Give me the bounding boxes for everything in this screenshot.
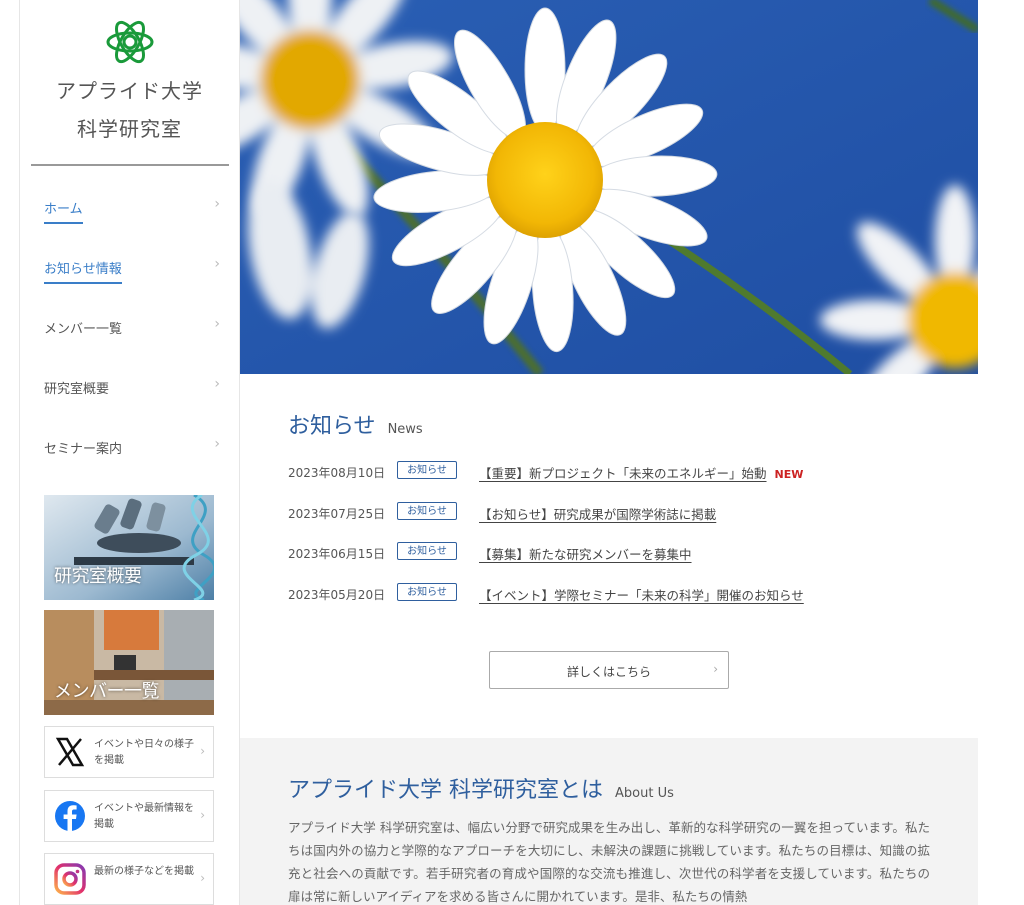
news-date: 2023年07月25日	[288, 507, 386, 521]
news-category-tag: お知らせ	[397, 461, 457, 479]
nav-item-label: セミナー案内	[44, 442, 123, 457]
more-news-label: 詳しくはこちら	[566, 665, 651, 679]
news-date: 2023年06月15日	[288, 547, 386, 561]
chevron-right-icon: ›	[200, 744, 205, 758]
banner-label: メンバー一覧	[54, 681, 160, 702]
about-body-text: アプライド大学 科学研究室は、幅広い分野で研究成果を生み出し、革新的な科学研究の…	[288, 820, 930, 904]
atom-icon	[106, 20, 153, 64]
nav-item-overview[interactable]: 研究室概要 ›	[44, 356, 224, 416]
sns-link-instagram[interactable]: 最新の様子などを掲載 ›	[44, 853, 214, 905]
news-subtitle: News	[387, 422, 423, 437]
sidebar: アプライド大学 科学研究室 ホーム › お知らせ情報 › メンバー一覧 › 研究室概要…	[19, 0, 240, 905]
sns-description: 最新の様子などを掲載	[94, 866, 194, 877]
news-title-link[interactable]: 【重要】新プロジェクト「未来のエネルギー」始動 NEW	[479, 463, 803, 482]
chevron-right-icon: ›	[214, 436, 220, 452]
sns-link-facebook[interactable]: イベントや最新情報を掲載 ›	[44, 790, 214, 842]
about-subtitle: About Us	[615, 786, 674, 801]
sidebar-nav: ホーム › お知らせ情報 › メンバー一覧 › 研究室概要 › セミナー案内 ›	[44, 176, 224, 476]
hero-image	[240, 0, 978, 374]
nav-item-label: 研究室概要	[44, 382, 110, 397]
chevron-right-icon: ›	[200, 871, 205, 885]
news-title-link[interactable]: 【お知らせ】研究成果が国際学術誌に掲載	[479, 504, 716, 523]
sns-link-x[interactable]: イベントや日々の様子を掲載 ›	[44, 726, 214, 778]
news-date: 2023年05月20日	[288, 588, 386, 602]
nav-item-label: ホーム	[44, 198, 83, 224]
banner-label: 研究室概要	[54, 566, 142, 587]
sns-description: イベントや最新情報を掲載	[94, 803, 194, 830]
about-heading: アプライド大学 科学研究室とは About Us	[288, 772, 674, 804]
nav-item-news[interactable]: お知らせ情報 ›	[44, 236, 224, 296]
news-item: 2023年06月15日 お知らせ 【募集】新たな研究メンバーを募集中	[288, 542, 948, 564]
new-badge: NEW	[774, 468, 804, 481]
chevron-right-icon: ›	[200, 808, 205, 822]
instagram-icon	[54, 863, 86, 895]
news-title-link[interactable]: 【イベント】学際セミナー「未来の科学」開催のお知らせ	[479, 585, 804, 604]
news-item: 2023年08月10日 お知らせ 【重要】新プロジェクト「未来のエネルギー」始動…	[288, 461, 948, 483]
nav-item-seminar[interactable]: セミナー案内 ›	[44, 416, 224, 476]
nav-item-home[interactable]: ホーム ›	[44, 176, 224, 236]
more-news-button[interactable]: 詳しくはこちら ›	[489, 651, 729, 689]
news-item: 2023年05月20日 お知らせ 【イベント】学際セミナー「未来の科学」開催のお…	[288, 583, 948, 605]
sns-description: イベントや日々の様子を掲載	[94, 739, 194, 766]
logo-divider	[31, 164, 229, 166]
news-date: 2023年08月10日	[288, 466, 386, 480]
logo-title-line1: アプライド大学	[56, 79, 203, 103]
news-title-link[interactable]: 【募集】新たな研究メンバーを募集中	[479, 544, 692, 563]
nav-item-label: メンバー一覧	[44, 322, 123, 337]
banner-lab-overview[interactable]: 研究室概要	[44, 495, 214, 600]
news-category-tag: お知らせ	[397, 502, 457, 520]
news-category-tag: お知らせ	[397, 583, 457, 601]
chevron-right-icon: ›	[214, 196, 220, 212]
news-heading: お知らせ News	[288, 408, 423, 440]
site-logo[interactable]: アプライド大学 科学研究室	[20, 14, 239, 146]
chevron-right-icon: ›	[214, 376, 220, 392]
chevron-right-icon: ›	[214, 256, 220, 272]
news-title-text: 【重要】新プロジェクト「未来のエネルギー」始動	[479, 466, 767, 481]
logo-title-line2: 科学研究室	[77, 117, 182, 141]
news-category-tag: お知らせ	[397, 542, 457, 560]
nav-item-members[interactable]: メンバー一覧 ›	[44, 296, 224, 356]
nav-item-label: お知らせ情報	[44, 258, 122, 284]
daisy-flowers-image	[240, 0, 978, 374]
news-title: お知らせ	[288, 414, 376, 439]
facebook-icon	[55, 801, 85, 831]
news-section: お知らせ News 2023年08月10日 お知らせ 【重要】新プロジェクト「未来…	[240, 374, 978, 738]
chevron-right-icon: ›	[713, 662, 718, 676]
chevron-right-icon: ›	[214, 316, 220, 332]
banner-members[interactable]: メンバー一覧	[44, 610, 214, 715]
about-section: アプライド大学 科学研究室とは About Us アプライド大学 科学研究室は、幅…	[240, 738, 978, 905]
about-title: アプライド大学 科学研究室とは	[288, 778, 603, 803]
x-logo-icon	[55, 737, 85, 767]
news-item: 2023年07月25日 お知らせ 【お知らせ】研究成果が国際学術誌に掲載	[288, 502, 948, 524]
